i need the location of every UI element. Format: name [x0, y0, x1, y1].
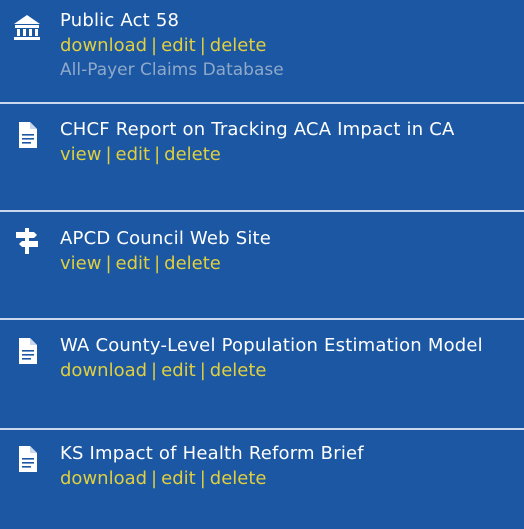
view-link[interactable]: view	[60, 253, 101, 274]
delete-link[interactable]: delete	[210, 35, 267, 56]
delete-link[interactable]: delete	[210, 468, 267, 489]
item-title[interactable]: Public Act 58	[60, 8, 512, 34]
download-link[interactable]: download	[60, 468, 147, 489]
signpost-icon	[12, 226, 42, 256]
item-actions: download | edit | delete	[60, 467, 512, 491]
delete-link[interactable]: delete	[164, 144, 221, 165]
item-actions: view | edit | delete	[60, 252, 512, 276]
edit-link[interactable]: edit	[116, 253, 151, 274]
edit-link[interactable]: edit	[161, 35, 196, 56]
view-link[interactable]: view	[60, 144, 101, 165]
item-actions: view | edit | delete	[60, 143, 512, 167]
document-icon	[12, 336, 42, 366]
list-item: KS Impact of Health Reform Brief downloa…	[0, 430, 524, 529]
download-link[interactable]: download	[60, 35, 147, 56]
item-subtitle: All-Payer Claims Database	[60, 60, 284, 80]
separator: |	[151, 360, 158, 381]
edit-link[interactable]: edit	[161, 468, 196, 489]
list-item: Public Act 58 download | edit | delete All-P…	[0, 0, 524, 102]
separator: |	[199, 35, 206, 56]
edit-link[interactable]: edit	[161, 360, 196, 381]
separator: |	[199, 360, 206, 381]
building-icon	[12, 12, 42, 42]
item-title[interactable]: CHCF Report on Tracking ACA Impact in CA	[60, 117, 512, 143]
separator: |	[105, 144, 112, 165]
separator: |	[105, 253, 112, 274]
separator: |	[199, 468, 206, 489]
edit-link[interactable]: edit	[116, 144, 151, 165]
item-title[interactable]: APCD Council Web Site	[60, 226, 512, 252]
list-item: WA County-Level Population Estimation Mo…	[0, 320, 524, 428]
delete-link[interactable]: delete	[164, 253, 221, 274]
separator: |	[154, 144, 161, 165]
resource-list: Public Act 58 download | edit | delete All-P…	[0, 0, 524, 529]
item-actions: download | edit | delete	[60, 359, 512, 383]
item-actions: download | edit | delete	[60, 34, 512, 58]
item-title[interactable]: KS Impact of Health Reform Brief	[60, 441, 512, 467]
item-title[interactable]: WA County-Level Population Estimation Mo…	[60, 333, 512, 359]
separator: |	[154, 253, 161, 274]
download-link[interactable]: download	[60, 360, 147, 381]
list-item: CHCF Report on Tracking ACA Impact in CA…	[0, 104, 524, 210]
document-icon	[12, 444, 42, 474]
separator: |	[151, 468, 158, 489]
delete-link[interactable]: delete	[210, 360, 267, 381]
separator: |	[151, 35, 158, 56]
list-item: APCD Council Web Site view | edit | delete	[0, 212, 524, 318]
document-icon	[12, 120, 42, 150]
